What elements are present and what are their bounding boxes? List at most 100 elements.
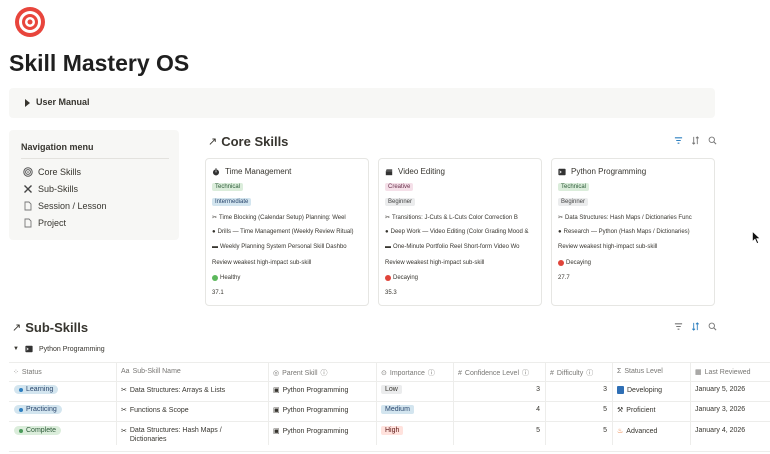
nav-item-core-skills[interactable]: Core Skills [23, 167, 81, 177]
filter-icon[interactable] [674, 322, 683, 331]
info-icon: ⓘ [586, 370, 594, 377]
status-level-text: Advanced [626, 427, 658, 435]
check-circle-icon: ● [385, 229, 389, 235]
group-header[interactable]: ▼ Python Programming [13, 345, 105, 353]
search-icon[interactable] [708, 136, 717, 145]
nav-item-label: Core Skills [38, 167, 82, 177]
parent-cell[interactable]: ▣ Python Programming [273, 386, 348, 395]
card-score: 35.3 [385, 290, 397, 296]
parent-cell[interactable]: ▣ Python Programming [273, 406, 348, 415]
core-skills-heading[interactable]: ↗ Core Skills [208, 134, 288, 149]
importance-cell[interactable]: High [381, 426, 404, 435]
table-row[interactable]: Learning ✂ Data Structures: Arrays & List… [9, 381, 770, 402]
filter-icon[interactable] [674, 136, 683, 145]
date-cell[interactable]: January 4, 2026 [695, 427, 745, 434]
column-header[interactable]: ⊙ Importance ⓘ [381, 368, 435, 378]
name-text: Data Structures: Hash Maps / [129, 427, 222, 434]
date-cell[interactable]: January 5, 2026 [695, 386, 745, 393]
column-header[interactable]: ◎ Parent Skill ⓘ [273, 368, 328, 378]
card-subskills-text: Data Structures: Hash Maps / Dictionarie… [565, 214, 692, 221]
user-manual-toggle[interactable]: User Manual [9, 88, 715, 118]
toggle-triangle-icon[interactable] [25, 99, 30, 107]
sub-skills-heading[interactable]: ↗ Sub-Skills [12, 320, 88, 335]
red-circle-icon [385, 275, 391, 281]
card-status: Decaying [558, 260, 591, 266]
tools-icon [24, 185, 32, 193]
text-column-icon: Aa [121, 368, 130, 375]
card-recommendation: Review weakest high-impact sub-skill [558, 244, 658, 250]
search-icon[interactable] [708, 322, 717, 331]
column-label: Parent Skill [282, 369, 318, 377]
confidence-cell[interactable]: 4 [458, 406, 540, 413]
column-header[interactable]: # Confidence Level ⓘ [458, 368, 529, 378]
card-title: Python Programming [558, 167, 646, 176]
confidence-cell[interactable]: 5 [458, 427, 540, 434]
confidence-cell[interactable]: 3 [458, 386, 540, 393]
column-header[interactable]: ⁘ Status [13, 368, 42, 377]
status-cell[interactable]: Complete [14, 426, 61, 435]
column-header[interactable]: ▦ Last Reviewed [695, 368, 751, 377]
card-sessions: ● Deep Work — Video Editing (Color Gradin… [385, 229, 528, 235]
card-title: Video Editing [385, 167, 445, 176]
calendar-column-icon: ▦ [695, 369, 702, 376]
card-projects: ▬ Weekly Planning System Personal Skill D… [212, 244, 347, 250]
name-cell[interactable]: ✂ Functions & Scope [121, 406, 189, 415]
chevron-down-icon[interactable]: ▼ [13, 346, 19, 352]
difficulty-cell[interactable]: 5 [550, 427, 607, 434]
card-recommendation: Review weakest high-impact sub-skill [385, 260, 485, 266]
column-header[interactable]: # Difficulty ⓘ [550, 368, 593, 378]
date-cell[interactable]: January 3, 2026 [695, 406, 745, 413]
tools-icon: ✂ [385, 215, 391, 221]
sub-skills-title: Sub-Skills [25, 320, 89, 335]
category-tag: Technical [212, 183, 244, 191]
nav-item-session-lesson[interactable]: Session / Lesson [23, 201, 107, 211]
hammer-icon: ⚒ [617, 407, 624, 414]
card-sessions: ● Drills — Time Management (Weekly Review… [212, 229, 354, 235]
clapper-icon [385, 168, 393, 175]
status-text: Complete [26, 427, 56, 434]
name-text-line2: Dictionaries [129, 436, 167, 443]
sort-icon[interactable] [691, 322, 700, 331]
importance-tag: High [381, 426, 404, 435]
skill-card[interactable]: Python Programming Technical Beginner ✂ D… [551, 158, 715, 306]
target-small-icon [23, 167, 33, 177]
stopwatch-icon [212, 167, 220, 175]
parent-text: Python Programming [282, 427, 349, 435]
name-text: Data Structures: Arrays & Lists [129, 386, 226, 394]
column-label: Sub-Skill Name [132, 368, 181, 375]
name-text-block: Data Structures: Hash Maps / Dictionaries [130, 427, 222, 443]
difficulty-cell[interactable]: 3 [550, 386, 607, 393]
skill-card[interactable]: Video Editing Creative Beginner ✂ Transit… [378, 158, 542, 306]
info-icon: ⓘ [522, 370, 529, 377]
card-projects: ▬ One-Minute Portfolio Reel Short-form Vi… [385, 244, 520, 250]
fire-icon: ♨ [617, 428, 624, 435]
status-level-text: Proficient [626, 406, 656, 414]
difficulty-cell[interactable]: 5 [550, 406, 607, 413]
parent-cell[interactable]: ▣ Python Programming [273, 427, 349, 436]
status-cell[interactable]: Learning [14, 385, 59, 394]
tools-icon: ✂ [121, 407, 127, 414]
skill-card[interactable]: Time Management Technical Intermediate ✂… [205, 158, 369, 306]
nav-item-project[interactable]: Project [23, 218, 66, 228]
card-title-text: Video Editing [398, 167, 445, 176]
name-cell[interactable]: ✂ Data Structures: Hash Maps / Dictionarie… [121, 427, 222, 443]
tools-icon: ✂ [212, 215, 218, 221]
importance-cell[interactable]: Low [381, 385, 402, 394]
table-row[interactable]: Practicing ✂ Functions & Scope ▣ Python Pr… [9, 401, 770, 422]
folder-icon: ▬ [385, 244, 391, 250]
table-row[interactable]: Complete ✂ Data Structures: Hash Maps / Di… [9, 421, 770, 452]
name-cell[interactable]: ✂ Data Structures: Arrays & Lists [121, 386, 226, 395]
sort-icon[interactable] [691, 136, 700, 145]
nav-item-sub-skills[interactable]: Sub-Skills [23, 184, 78, 194]
card-sessions-text: Deep Work — Video Editing (Color Grading… [390, 229, 529, 235]
column-header[interactable]: Aa Sub-Skill Name [121, 368, 181, 375]
status-cell[interactable]: Practicing [14, 405, 62, 414]
card-projects-text: Weekly Planning System Personal Skill Da… [220, 244, 347, 250]
card-recommendation: Review weakest high-impact sub-skill [212, 260, 312, 266]
column-header[interactable]: Σ Status Level [617, 368, 663, 375]
relation-column-icon: ◎ [273, 370, 280, 377]
category-tag: Technical [558, 183, 590, 191]
number-column-icon: # [458, 369, 462, 377]
card-subskills-text: Time Blocking (Calendar Setup) Planning:… [219, 214, 346, 221]
importance-cell[interactable]: Medium [381, 405, 414, 414]
